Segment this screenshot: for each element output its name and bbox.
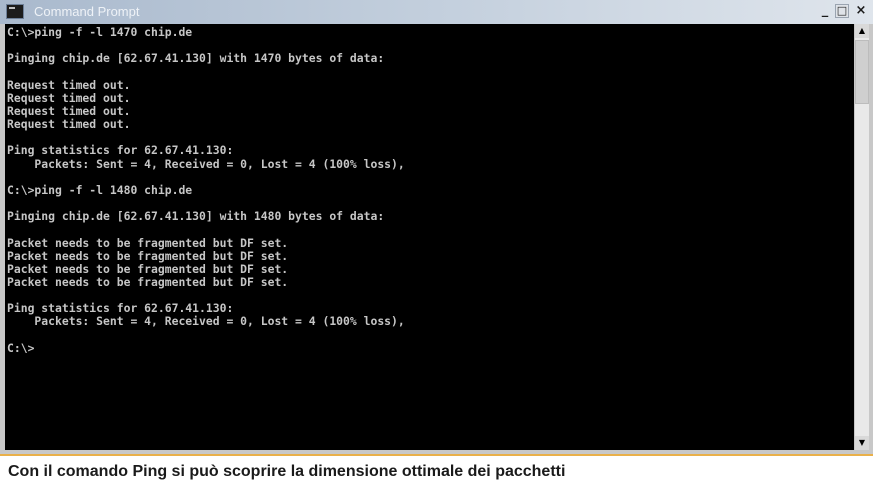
window-title: Command Prompt — [34, 4, 140, 19]
maximize-button[interactable]: □ — [835, 4, 849, 18]
caption-text: Con il comando Ping si può scoprire la d… — [8, 463, 566, 480]
console-line: Packets: Sent = 4, Received = 0, Lost = … — [7, 156, 405, 171]
command-prompt-window: Command Prompt _ □ × C:\>ping -f -l 1470… — [0, 0, 873, 454]
console-line: C:\>ping -f -l 1480 chip.de — [7, 182, 193, 197]
console-output[interactable]: C:\>ping -f -l 1470 chip.de Pinging chip… — [5, 24, 854, 450]
close-button[interactable]: × — [853, 3, 869, 19]
console-line: Packet needs to be fragmented but DF set… — [7, 235, 289, 250]
console-line: Packets: Sent = 4, Received = 0, Lost = … — [7, 314, 405, 329]
console-line: Pinging chip.de [62.67.41.130] with 1480… — [7, 209, 385, 224]
scrollbar-thumb[interactable] — [855, 40, 869, 104]
console-line: Request timed out. — [7, 117, 131, 132]
minimize-button[interactable]: _ — [817, 3, 833, 19]
console-app-icon — [6, 4, 24, 19]
vertical-scrollbar[interactable]: ▲ ▼ — [855, 24, 869, 450]
console-line: Request timed out. — [7, 77, 131, 92]
title-bar[interactable]: Command Prompt _ □ × — [0, 0, 873, 24]
console-line: Pinging chip.de [62.67.41.130] with 1470… — [7, 51, 385, 66]
console-line: Packet needs to be fragmented but DF set… — [7, 274, 289, 289]
scroll-up-arrow-icon[interactable]: ▲ — [855, 24, 869, 38]
figure-caption: Con il comando Ping si può scoprire la d… — [0, 454, 873, 489]
console-line: Packet needs to be fragmented but DF set… — [7, 248, 289, 263]
console-line: Request timed out. — [7, 90, 131, 105]
console-line: Ping statistics for 62.67.41.130: — [7, 301, 234, 316]
console-line: Ping statistics for 62.67.41.130: — [7, 143, 234, 158]
console-line: Request timed out. — [7, 103, 131, 118]
console-line: C:\>ping -f -l 1470 chip.de — [7, 25, 193, 39]
scroll-down-arrow-icon[interactable]: ▼ — [855, 436, 869, 450]
console-line: Packet needs to be fragmented but DF set… — [7, 261, 289, 276]
console-prompt: C:\> — [7, 340, 35, 355]
console-text: C:\>ping -f -l 1470 chip.de Pinging chip… — [5, 24, 854, 355]
